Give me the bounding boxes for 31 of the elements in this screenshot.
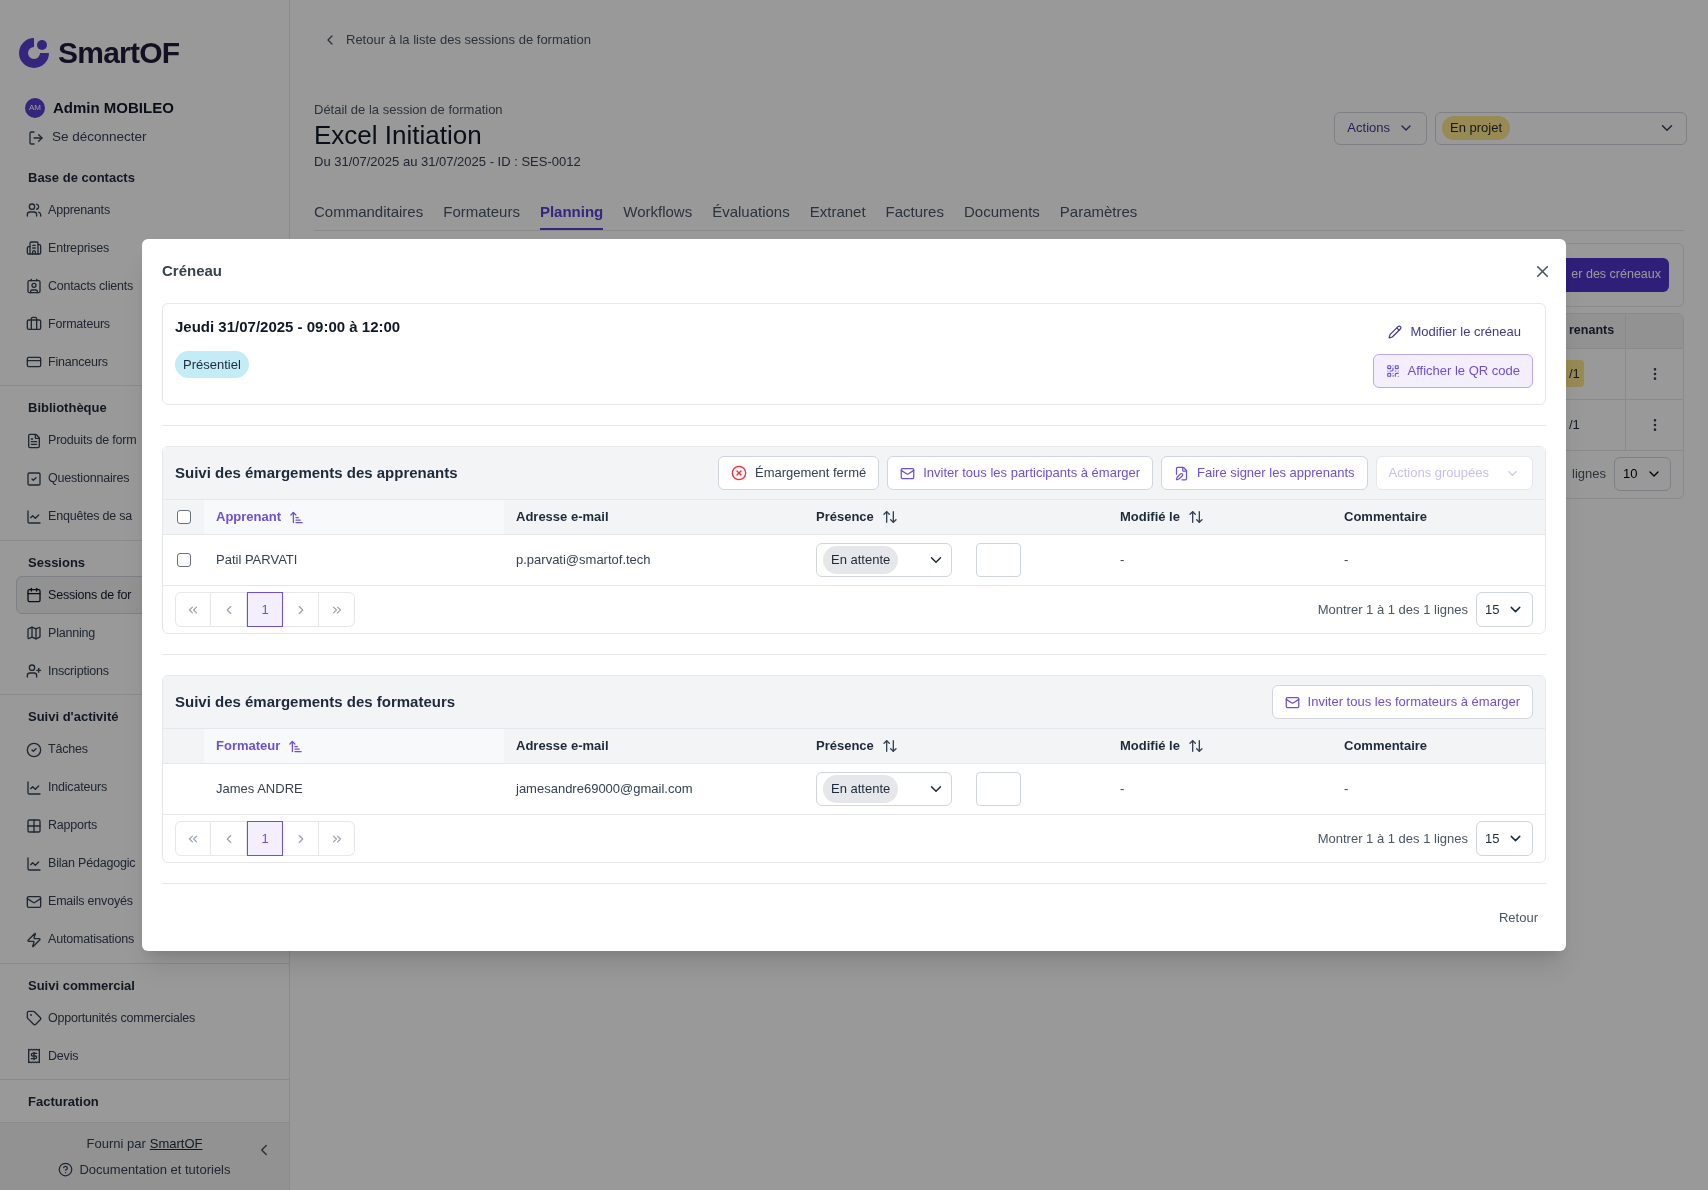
section-heading: Sessions (28, 553, 86, 572)
pagination-info: Montrer 1 à 1 des 1 lignes (1317, 600, 1468, 619)
table-cell-text: jamesandre69000@gmail.com (514, 780, 694, 799)
attendance-mode-badge: Présentiel (175, 350, 249, 378)
section-heading: Suivi commercial (28, 976, 135, 995)
page-title: Excel Initiation (314, 119, 483, 152)
session-dates: Du 31/07/2025 au 31/07/2025 - ID : SES-0012 (314, 152, 581, 171)
table-cell-text: - (1343, 551, 1350, 570)
table-cell-text: p.parvati@smartof.tech (515, 551, 652, 570)
section-heading: Suivi d'activité (28, 708, 119, 726)
table-cell-text: James ANDRE (215, 780, 304, 799)
table-cell-text: - (1119, 551, 1126, 570)
brand-name: SmartOF (58, 35, 180, 71)
table-cell-text: - (1343, 780, 1350, 799)
table-cell-text: Patil PARVATI (215, 551, 299, 570)
section-heading: Bibliothèque (28, 399, 107, 417)
rows-info: lignes (1572, 465, 1606, 484)
section-title: Suivi des émargements des apprenants (175, 462, 458, 483)
user-name: Admin MOBILEO (53, 98, 174, 118)
pagination-info: Montrer 1 à 1 des 1 lignes (1317, 829, 1468, 848)
table-cell-text: - (1119, 780, 1126, 799)
slot-datetime: Jeudi 31/07/2025 - 09:00 à 12:00 (175, 317, 401, 337)
provided-by-text: Fourni par (86, 1135, 146, 1153)
user-avatar: AM (25, 98, 45, 119)
column-header: renants (1569, 322, 1615, 340)
page-subtitle: Détail de la session de formation (314, 100, 504, 119)
dialog-title: Créneau (162, 260, 223, 281)
count-text: /1 (1568, 415, 1581, 434)
section-title: Suivi des émargements des formateurs (175, 691, 456, 712)
section-heading: Base de contacts (28, 168, 135, 187)
section-heading: Facturation (28, 1093, 99, 1111)
